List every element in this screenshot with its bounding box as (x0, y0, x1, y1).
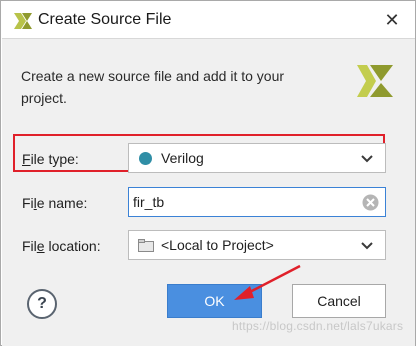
chevron-down-icon (361, 155, 373, 163)
file-location-dropdown[interactable]: <Local to Project> (128, 230, 386, 260)
dialog-content: Create a new source file and add it to y… (2, 38, 415, 346)
help-button[interactable]: ? (27, 289, 57, 319)
dialog-window: Create Source File ✕ Create a new source… (0, 0, 416, 346)
title-bar: Create Source File ✕ (2, 2, 415, 38)
watermark-text: https://blog.csdn.net/lals7ukars (232, 319, 404, 333)
close-button[interactable]: ✕ (372, 5, 412, 35)
file-location-label: File location: (22, 238, 101, 254)
ok-button[interactable]: OK (167, 284, 262, 318)
dialog-description: Create a new source file and add it to y… (21, 68, 285, 106)
file-type-label: File type: (22, 151, 79, 167)
file-name-label: File name: (22, 195, 88, 211)
vivado-app-icon (14, 13, 32, 29)
verilog-color-dot-icon (139, 152, 152, 165)
window-title: Create Source File (38, 11, 172, 28)
file-type-dropdown[interactable]: Verilog (128, 143, 386, 173)
file-name-field[interactable] (128, 187, 386, 217)
folder-icon (138, 239, 154, 252)
file-name-input[interactable] (133, 191, 353, 213)
file-type-value: Verilog (161, 150, 204, 166)
cancel-button[interactable]: Cancel (292, 284, 386, 318)
xilinx-logo-icon (357, 65, 393, 97)
chevron-down-icon (361, 242, 373, 250)
clear-icon[interactable] (362, 194, 379, 211)
close-icon: ✕ (384, 10, 400, 30)
file-location-value: <Local to Project> (161, 237, 274, 253)
